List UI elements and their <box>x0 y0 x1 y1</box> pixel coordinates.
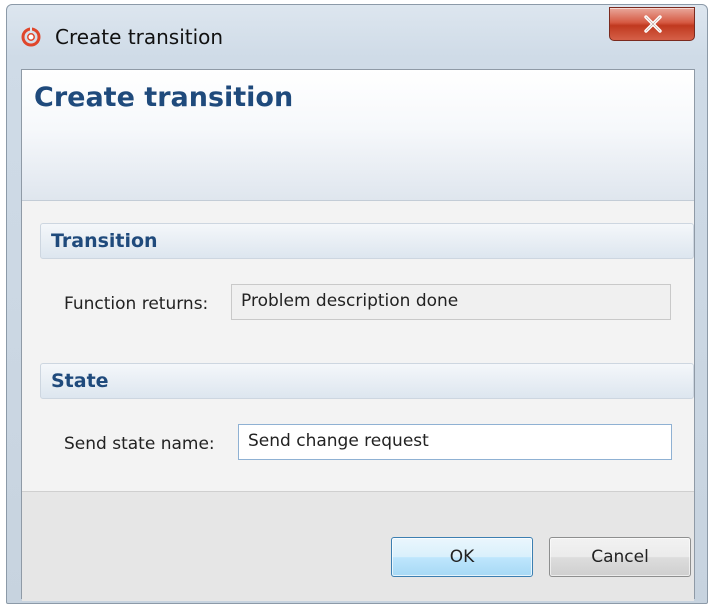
section-header-transition: Transition <box>40 223 694 259</box>
ok-button[interactable]: OK <box>391 537 533 577</box>
cancel-button[interactable]: Cancel <box>549 537 691 577</box>
close-icon <box>644 15 662 33</box>
dialog-footer: OK Cancel <box>22 491 694 601</box>
close-button[interactable] <box>609 7 695 41</box>
section-header-state: State <box>40 363 694 399</box>
send-state-name-label: Send state name: <box>64 434 215 454</box>
section-title-state: State <box>51 370 109 392</box>
section-title-transition: Transition <box>51 230 158 252</box>
function-returns-label: Function returns: <box>64 294 209 314</box>
dialog-client-area: Create transition Transition Function re… <box>21 69 695 601</box>
dialog-window: Create transition Create transition Tran… <box>6 4 708 604</box>
function-returns-field[interactable]: Problem description done <box>231 284 671 320</box>
dialog-banner: Create transition <box>22 70 694 201</box>
dialog-heading: Create transition <box>34 82 294 113</box>
window-title: Create transition <box>55 25 224 49</box>
dialog-body: Transition Function returns: Problem des… <box>22 201 694 491</box>
send-state-name-field[interactable]: Send change request <box>238 424 672 460</box>
title-bar[interactable]: Create transition <box>7 5 707 65</box>
app-logo-icon <box>21 27 41 47</box>
